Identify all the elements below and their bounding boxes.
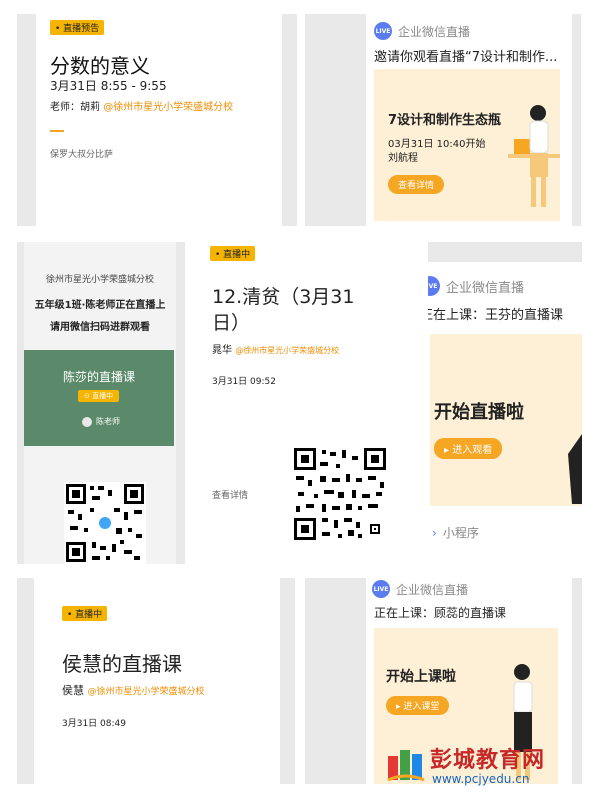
wecom-live-card-1[interactable]: LIVE 企业微信直播 邀请你观看直播“7设计和制作... 7设计和制作生态瓶 … [366, 14, 572, 226]
wecom-live-card-2[interactable]: LIVE 企业微信直播 正在上课：王芬的直播课 开始直播啦 ▸ 进入观看 › 小… [428, 262, 582, 564]
live-title: 正在上课：顾蕊的直播课 [374, 606, 507, 620]
live-course-title: 陈莎的直播课 [62, 370, 135, 384]
live-now-card-2[interactable]: • 直播中 侯慧的直播课 侯慧 @徐州市星光小学荣盛城分校 3月31日 08:4… [34, 578, 280, 784]
card-title: 侯慧的直播课 [62, 652, 182, 676]
teacher-name: 刘航程 [388, 153, 418, 164]
live-icon: LIVE [372, 580, 390, 598]
brand-label: 企业微信直播 [396, 582, 469, 597]
org-link[interactable]: @徐州市星光小学荣盛城分校 [235, 346, 339, 355]
school-name: 徐州市星光小学荣盛城分校 [45, 275, 154, 285]
group-qr-code[interactable] [64, 482, 146, 564]
status-badge: • 直播中 [210, 246, 256, 261]
teacher-name: 老师：胡莉 [50, 102, 100, 113]
invite-text: 邀请你观看直播“7设计和制作... [374, 50, 558, 65]
live-icon: LIVE [428, 276, 440, 296]
watermark: 彭城教育网 www.pcjyedu.cn [386, 740, 582, 792]
poster-line-1: 五年级1班·陈老师正在直播上 [34, 300, 166, 311]
host-name: 陈老师 [96, 417, 120, 426]
enter-class-button[interactable]: ▸ 进入课堂 [386, 696, 450, 715]
divider [50, 130, 64, 132]
card-title: 分数的意义 [50, 54, 150, 78]
poster-line-2: 请用微信扫码进群观看 [50, 322, 150, 333]
org-link[interactable]: @徐州市星光小学荣盛城分校 [88, 687, 205, 697]
card-time: 3月31日 8:55 - 9:55 [50, 79, 167, 93]
view-details-link[interactable]: 查看详情 [212, 488, 248, 501]
group-poster-card[interactable]: 徐州市星光小学荣盛城分校 五年级1班·陈老师正在直播上 请用微信扫码进群观看 陈… [24, 242, 176, 564]
live-cover: 陈莎的直播课 ⊙ 直播中 陈老师 [24, 350, 174, 446]
live-icon: LIVE [374, 22, 392, 40]
live-now-card[interactable]: • 直播中 12.清贫（3月31日） 晁华 @徐州市星光小学荣盛城分校 3月31… [198, 242, 418, 564]
cover-banner: 开始直播啦 ▸ 进入观看 [430, 334, 582, 506]
banner-text: 开始上课啦 [386, 669, 456, 685]
watermark-name: 彭城教育网 [430, 748, 546, 773]
chevron-right-icon: › [432, 525, 437, 540]
live-title: 正在上课：王芬的直播课 [428, 308, 564, 323]
host-name: 侯慧 [62, 684, 84, 697]
view-details-button[interactable]: 查看详情 [388, 175, 445, 194]
live-status-badge: ⊙ 直播中 [78, 390, 120, 402]
live-qr-code[interactable] [292, 446, 388, 542]
brand-label: 企业微信直播 [446, 280, 525, 296]
book-logo-icon [387, 750, 425, 782]
host-name: 晁华 [212, 345, 232, 356]
status-badge: • 直播预告 [50, 20, 105, 35]
person-illustration [568, 434, 582, 504]
status-badge: • 直播中 [62, 606, 108, 621]
org-link[interactable]: @徐州市星光小学荣盛城分校 [103, 102, 233, 113]
banner-text: 开始直播啦 [434, 402, 524, 423]
watermark-url: www.pcjyedu.cn [432, 772, 530, 786]
live-preview-card[interactable]: • 直播预告 分数的意义 3月31日 8:55 - 9:55 老师：胡莉 @徐州… [36, 14, 282, 226]
enter-watch-button[interactable]: ▸ 进入观看 [434, 438, 503, 459]
card-time: 3月31日 08:49 [62, 719, 126, 729]
cover-banner: 7设计和制作生态瓶 03月31日 10:40开始 刘航程 查看详情 [374, 69, 560, 221]
card-title: 12.清贫（3月31日） [212, 286, 355, 334]
course-subtitle: 保罗大叔分比萨 [50, 150, 114, 160]
mini-program-label: 小程序 [442, 526, 479, 540]
card-time: 3月31日 09:52 [212, 377, 276, 387]
brand-label: 企业微信直播 [398, 24, 471, 39]
person-illustration [508, 105, 560, 207]
start-time: 03月31日 10:40开始 [388, 139, 486, 150]
avatar [82, 416, 92, 427]
